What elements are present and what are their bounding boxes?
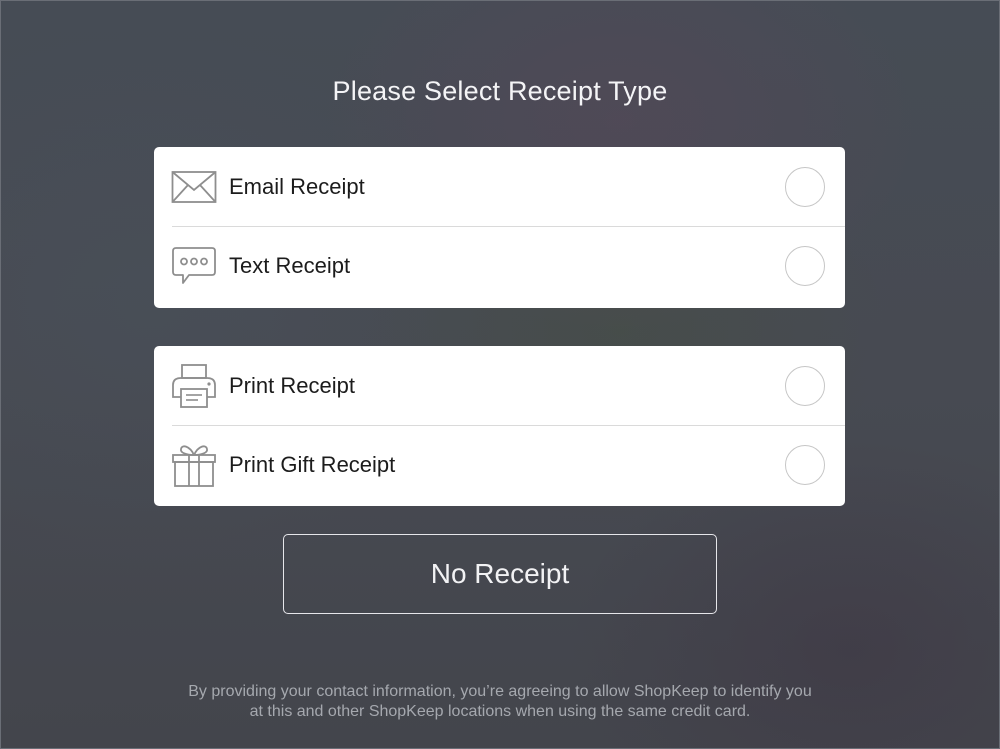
email-receipt-radio[interactable] <box>785 167 825 207</box>
contact-disclaimer: By providing your contact information, y… <box>100 682 900 722</box>
option-label: Text Receipt <box>229 253 351 278</box>
print-receipt-radio[interactable] <box>785 366 825 406</box>
no-receipt-button[interactable]: No Receipt <box>283 534 717 614</box>
option-label: Print Gift Receipt <box>229 452 396 477</box>
print-receipt-options: Print Receipt Print Gift Receipt <box>154 346 845 506</box>
disclaimer-line-2: at this and other ShopKeep locations whe… <box>249 703 751 720</box>
printer-icon <box>171 363 217 409</box>
option-text-receipt[interactable]: Text Receipt <box>154 226 845 305</box>
option-print-gift-receipt[interactable]: Print Gift Receipt <box>154 425 845 504</box>
option-email-receipt[interactable]: Email Receipt <box>154 147 845 227</box>
envelope-icon <box>171 164 217 210</box>
option-print-receipt[interactable]: Print Receipt <box>154 346 845 426</box>
gift-icon <box>171 442 217 488</box>
digital-receipt-options: Email Receipt Text Receipt <box>154 147 845 308</box>
option-label: Print Receipt <box>229 373 355 398</box>
disclaimer-line-1: By providing your contact information, y… <box>188 683 812 700</box>
option-label: Email Receipt <box>229 174 365 199</box>
page-title: Please Select Receipt Type <box>332 76 668 106</box>
chat-bubble-icon <box>171 243 217 289</box>
text-receipt-radio[interactable] <box>785 246 825 286</box>
print-gift-receipt-radio[interactable] <box>785 445 825 485</box>
